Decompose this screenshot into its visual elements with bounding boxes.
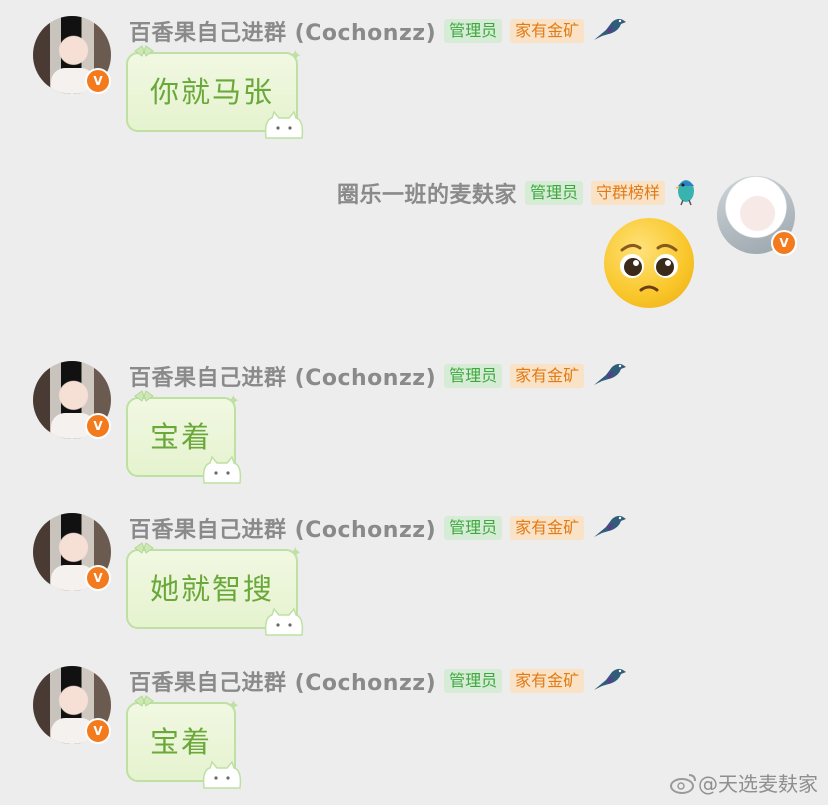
pleading-face-emoji[interactable] <box>604 218 694 308</box>
verified-badge-icon: V <box>771 230 797 256</box>
message-header: 百香果自己进群 (Cochonzz) 管理员 家有金矿 <box>129 664 628 698</box>
admin-badge: 管理员 <box>444 364 503 388</box>
verified-badge-icon: V <box>85 413 111 439</box>
cat-sticker-icon <box>202 455 242 484</box>
verified-badge-icon: V <box>85 718 111 744</box>
message-text: 你就马张 <box>150 75 275 109</box>
sender-name[interactable]: 百香果自己进群 (Cochonzz) <box>129 15 436 47</box>
sender-name[interactable]: 圈乐一班的麦麸家 <box>337 177 517 209</box>
message-text: 她就智搜 <box>150 572 275 606</box>
admin-badge: 管理员 <box>524 181 583 205</box>
title-badge: 家有金矿 <box>510 19 585 43</box>
bow-icon <box>134 542 154 554</box>
sender-name[interactable]: 百香果自己进群 (Cochonzz) <box>129 360 436 392</box>
admin-badge: 管理员 <box>444 19 503 43</box>
message-bubble[interactable]: 宝着 ✦ <box>126 390 242 484</box>
cat-sticker-icon <box>264 110 304 139</box>
message-row: V 百香果自己进群 (Cochonzz) 管理员 家有金矿 宝着 ✦ <box>0 345 828 495</box>
message-text: 宝着 <box>150 725 213 759</box>
title-badge: 家有金矿 <box>510 669 585 693</box>
bow-icon <box>134 45 154 57</box>
parrot-icon <box>673 176 699 210</box>
admin-badge: 管理员 <box>444 516 503 540</box>
sparkle-icon: ✦ <box>226 391 243 410</box>
title-badge: 守群榜样 <box>590 181 665 205</box>
message-header: 百香果自己进群 (Cochonzz) 管理员 家有金矿 <box>129 511 628 545</box>
bird-icon <box>592 513 628 543</box>
message-row: V 圈乐一班的麦麸家 管理员 守群榜样 <box>0 160 828 320</box>
message-header: 百香果自己进群 (Cochonzz) 管理员 家有金矿 <box>129 14 628 48</box>
sender-name[interactable]: 百香果自己进群 (Cochonzz) <box>129 665 436 697</box>
sparkle-icon: ✦ <box>288 543 305 562</box>
message-bubble[interactable]: 宝着 ✦ <box>126 695 242 789</box>
bow-icon <box>134 390 154 402</box>
sparkle-icon: ✦ <box>226 696 243 715</box>
weibo-logo-icon <box>670 773 696 794</box>
message-row: V 百香果自己进群 (Cochonzz) 管理员 家有金矿 她就智搜 ✦ <box>0 497 828 647</box>
cat-sticker-icon <box>202 760 242 789</box>
message-bubble[interactable]: 她就智搜 ✦ <box>126 542 304 636</box>
bird-icon <box>592 16 628 46</box>
sender-name[interactable]: 百香果自己进群 (Cochonzz) <box>129 512 436 544</box>
message-header: 百香果自己进群 (Cochonzz) 管理员 家有金矿 <box>129 359 628 393</box>
bird-icon <box>592 666 628 696</box>
title-badge: 家有金矿 <box>510 516 585 540</box>
message-row: V 百香果自己进群 (Cochonzz) 管理员 家有金矿 你就马张 ✦ <box>0 0 828 150</box>
title-badge: 家有金矿 <box>510 364 585 388</box>
sparkle-icon: ✦ <box>288 46 305 65</box>
bird-icon <box>592 361 628 391</box>
cat-sticker-icon <box>264 607 304 636</box>
watermark: @天选麦麸家 <box>670 768 818 797</box>
message-header: 圈乐一班的麦麸家 管理员 守群榜样 <box>337 176 699 210</box>
admin-badge: 管理员 <box>444 669 503 693</box>
message-bubble[interactable]: 你就马张 ✦ <box>126 45 304 139</box>
bow-icon <box>134 695 154 707</box>
watermark-text: @天选麦麸家 <box>698 772 818 796</box>
verified-badge-icon: V <box>85 68 111 94</box>
message-text: 宝着 <box>150 420 213 454</box>
verified-badge-icon: V <box>85 565 111 591</box>
